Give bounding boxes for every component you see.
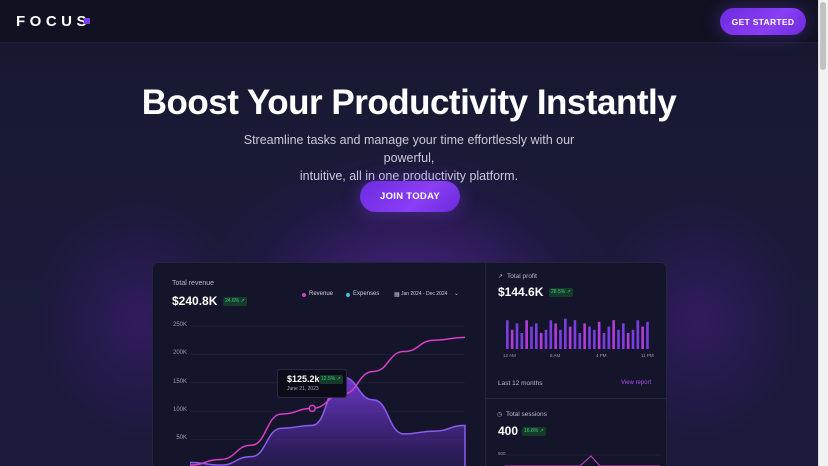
profit-bar xyxy=(554,323,557,349)
profit-bar xyxy=(622,323,625,349)
profit-bar-chart xyxy=(506,318,649,349)
panel-divider-horizontal xyxy=(486,398,667,399)
profit-bar xyxy=(530,326,533,349)
revenue-legend-dot xyxy=(302,293,306,297)
profit-value: $144.6K xyxy=(498,285,544,299)
revenue-badge: 24.6% ↗ xyxy=(223,297,247,306)
hero-title: Boost Your Productivity Instantly xyxy=(141,83,677,122)
profit-bar xyxy=(597,321,601,349)
profit-bar xyxy=(593,329,596,349)
period-label: Last 12 months xyxy=(498,380,543,387)
get-started-button[interactable]: GET STARTED xyxy=(720,8,806,35)
scrollbar[interactable] xyxy=(818,0,828,466)
logo-dot xyxy=(84,18,90,24)
profit-bar xyxy=(515,323,519,349)
profit-bar xyxy=(559,329,562,349)
profit-bar xyxy=(573,320,577,349)
profit-bar xyxy=(549,320,553,349)
profit-bar xyxy=(617,329,620,349)
clock-icon: ◷ xyxy=(497,412,503,418)
profit-bar xyxy=(535,323,538,349)
profit-bar xyxy=(568,326,572,349)
top-navbar: FOCUS GET STARTED xyxy=(0,0,818,43)
hero-subtitle: Streamline tasks and manage your time ef… xyxy=(229,131,589,185)
x-tick: 12 AM xyxy=(503,353,516,358)
profit-bar xyxy=(646,321,649,349)
expenses-legend-dot xyxy=(346,293,350,297)
y-tick: 100K xyxy=(172,407,187,413)
revenue-value: $240.8K xyxy=(172,294,218,308)
date-range-select[interactable]: Jan 2024 - Dec 2024 xyxy=(401,291,447,297)
sessions-badge: 16.8% ↗ xyxy=(522,427,546,436)
x-tick: 4 PM xyxy=(596,353,607,358)
chart-icon: ↗ xyxy=(498,274,504,280)
profit-label: Total profit xyxy=(507,273,537,280)
y-tick: 200K xyxy=(172,350,187,356)
profit-bar xyxy=(602,333,606,349)
profit-bar xyxy=(506,320,509,349)
profit-bar xyxy=(583,323,586,349)
hero-subtitle-line1: Streamline tasks and manage your time ef… xyxy=(243,133,575,165)
profit-bar xyxy=(510,329,514,349)
sessions-line xyxy=(505,455,660,466)
profit-bar xyxy=(631,329,635,349)
profit-bar xyxy=(612,320,615,349)
x-tick: 8 AM xyxy=(550,353,561,358)
tooltip-badge: 12.5% ↗ xyxy=(319,375,343,384)
y-tick: 50K xyxy=(176,435,187,441)
profit-bar xyxy=(564,318,567,349)
profit-bar xyxy=(539,333,543,349)
profit-bar xyxy=(607,326,611,349)
y-tick: 150K xyxy=(172,379,187,385)
chevron-down-icon[interactable]: ⌄ xyxy=(454,290,459,297)
profit-bar xyxy=(578,333,582,349)
profit-badge: 28.5% ↗ xyxy=(549,288,573,297)
profit-bar xyxy=(588,326,591,349)
y-tick: 250K xyxy=(172,322,187,328)
sessions-value: 400 xyxy=(498,424,519,438)
revenue-label: Total revenue xyxy=(172,280,215,287)
tooltip-date: June 21, 2023 xyxy=(287,386,319,392)
profit-bar xyxy=(544,329,548,349)
legend-revenue[interactable]: Revenue xyxy=(309,291,333,297)
profit-bar xyxy=(525,320,528,349)
sessions-sparkline xyxy=(505,454,660,466)
profit-bar xyxy=(626,333,630,349)
profit-bar xyxy=(641,326,644,349)
scrollbar-thumb[interactable] xyxy=(820,2,826,70)
view-report-link[interactable]: View report xyxy=(621,380,651,386)
legend-expenses[interactable]: Expenses xyxy=(353,291,379,297)
calendar-icon: ▦ xyxy=(394,292,400,298)
profit-bar xyxy=(520,333,524,349)
join-today-button[interactable]: JOIN TODAY xyxy=(360,181,460,212)
revenue-marker xyxy=(308,404,316,413)
revenue-tooltip: $125.2k 12.5% ↗ June 21, 2023 xyxy=(277,369,347,398)
x-tick: 11 PM xyxy=(641,353,654,358)
logo[interactable]: FOCUS xyxy=(16,13,91,30)
sessions-label: Total sessions xyxy=(506,411,547,418)
tooltip-value: $125.2k xyxy=(287,374,320,384)
profit-bar xyxy=(636,320,640,349)
